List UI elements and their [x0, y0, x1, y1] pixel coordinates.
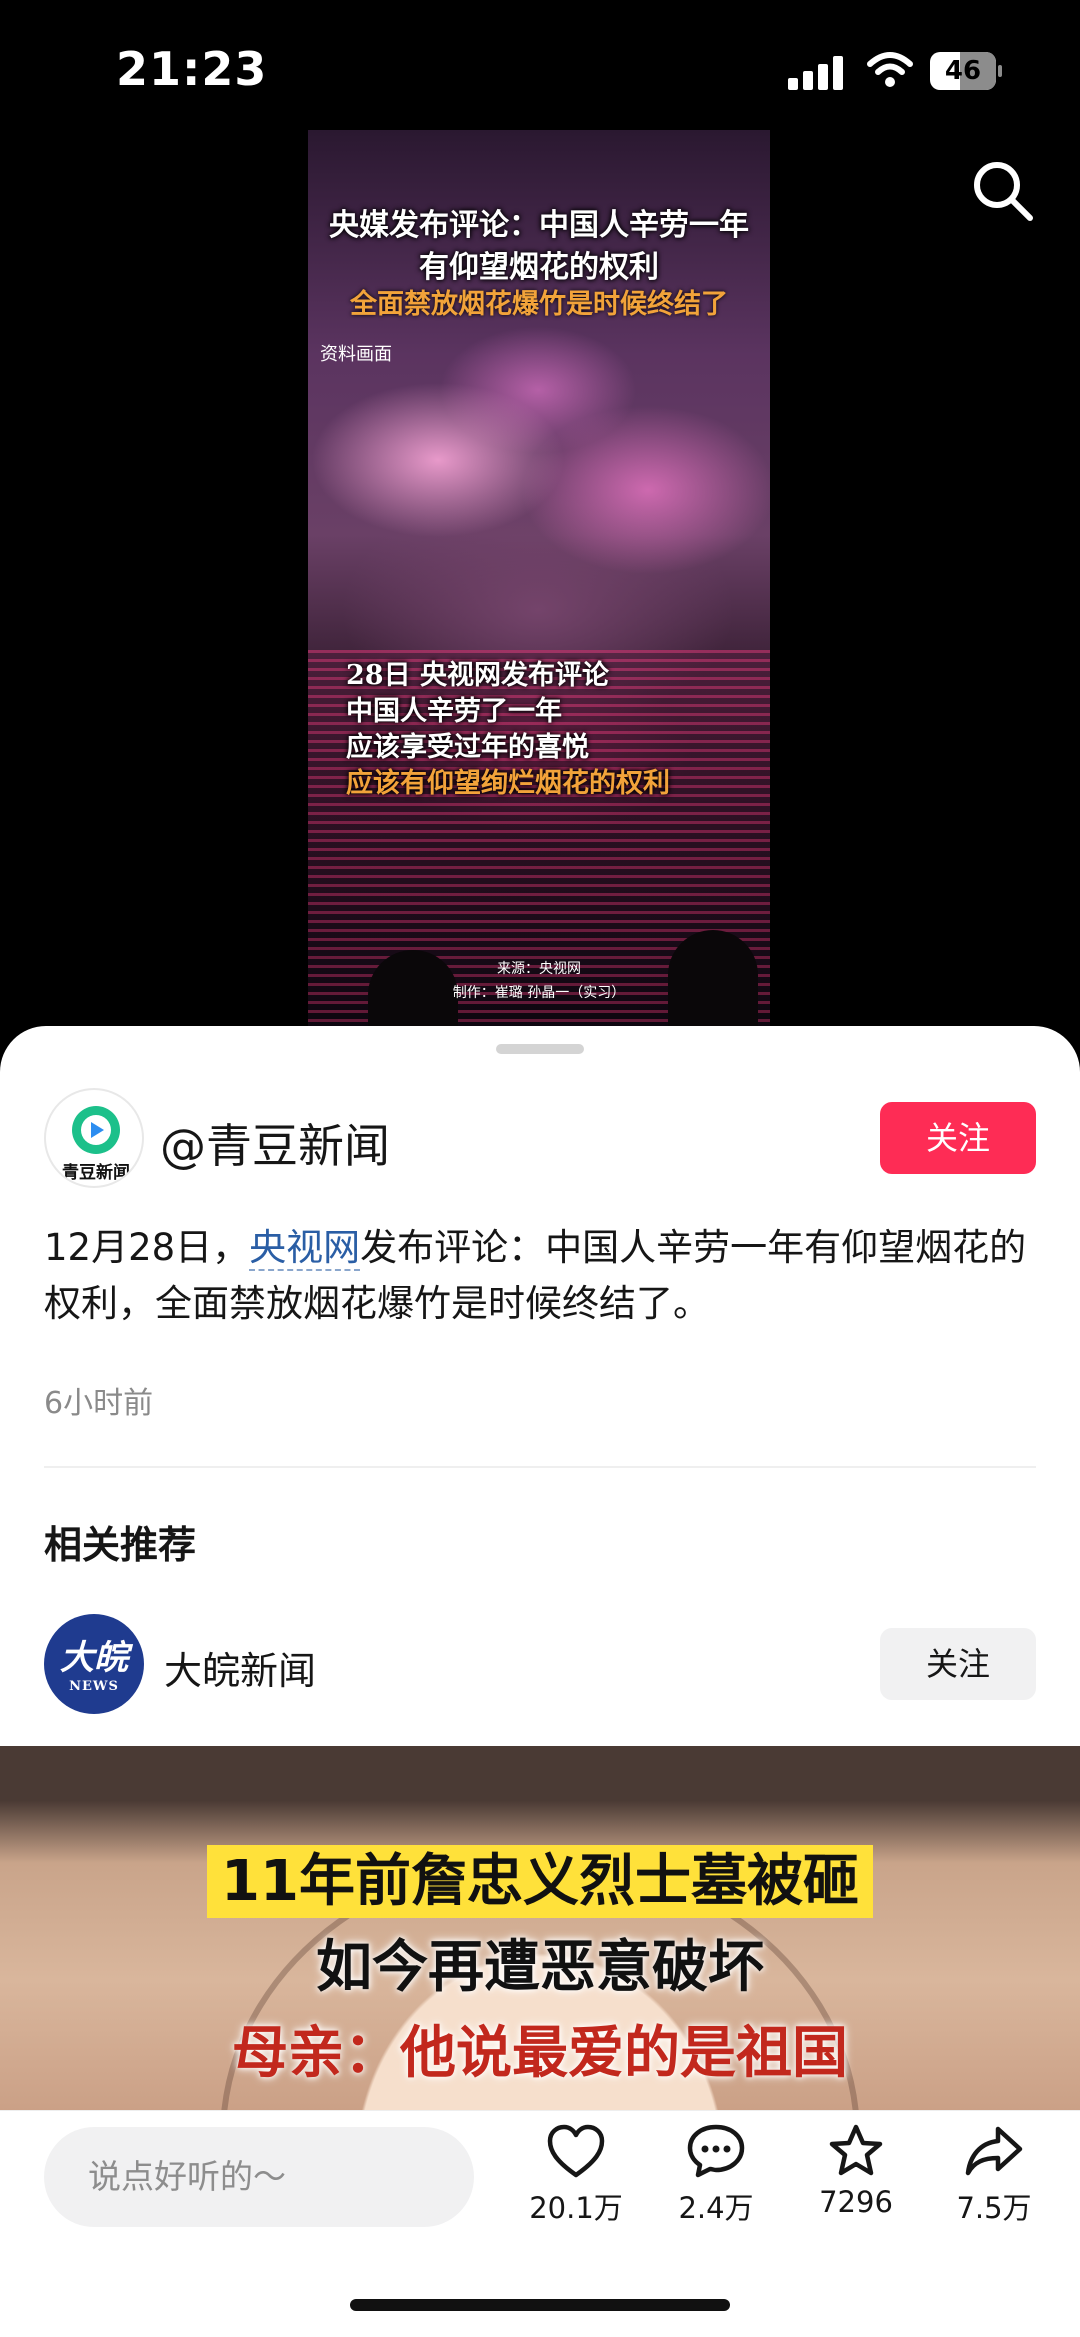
share-icon	[965, 2126, 1023, 2176]
post-description: 12月28日，央视网发布评论：中国人辛劳一年有仰望烟花的权利，全面禁放烟花爆竹是…	[44, 1220, 1044, 1332]
mention-link[interactable]: 央视网	[249, 1226, 361, 1271]
video-caption-line: 中国人辛劳了一年	[346, 696, 562, 727]
video-player[interactable]: 央媒发布评论：中国人辛劳一年 有仰望烟花的权利 全面禁放烟花爆竹是时候终结了 资…	[308, 130, 770, 1030]
comment-count: 2.4万	[678, 2191, 754, 2225]
battery-level: 46	[944, 56, 982, 86]
video-credit-maker: 制作：崔璐 孙晶一（实习）	[452, 985, 626, 1001]
related-account-avatar[interactable]: 大皖 NEWS	[44, 1614, 144, 1714]
signal-icon	[788, 56, 844, 90]
post-time: 6小时前	[44, 1386, 154, 1421]
like-button[interactable]: 20.1万	[516, 2123, 636, 2227]
video-caption-line: 28日 央视网发布评论	[346, 660, 609, 691]
battery-icon: 46	[930, 52, 1002, 90]
related-follow-button[interactable]: 关注	[880, 1628, 1036, 1700]
video-credit-source: 来源：央视网	[497, 961, 581, 977]
video-headline-highlight: 全面禁放烟花爆竹是时候终结了	[350, 289, 728, 320]
video-source-note: 资料画面	[320, 344, 392, 365]
video-caption-line: 应该有仰望绚烂烟花的权利	[346, 768, 670, 799]
follow-button[interactable]: 关注	[880, 1102, 1036, 1174]
video-headline: 央媒发布评论：中国人辛劳一年	[329, 208, 749, 243]
comment-input[interactable]: 说点好听的～	[44, 2127, 474, 2227]
status-bar: 21:23 46	[0, 0, 1080, 140]
heart-icon	[547, 2124, 605, 2178]
share-button[interactable]: 7.5万	[934, 2123, 1054, 2227]
favorite-count: 7296	[819, 2185, 893, 2219]
related-account-name[interactable]: 大皖新闻	[164, 1640, 316, 1695]
video-caption-lines: 28日 央视网发布评论 中国人辛劳了一年 应该享受过年的喜悦 应该有仰望绚烂烟花…	[346, 658, 670, 802]
thumbnail-caption-highlight: 11年前詹忠义烈士墓被砸	[207, 1845, 873, 1918]
search-icon[interactable]	[970, 158, 1036, 224]
share-count: 7.5万	[956, 2191, 1032, 2225]
like-count: 20.1万	[529, 2191, 623, 2225]
post-description-text: 12月28日，	[44, 1226, 250, 1269]
video-spectator-silhouette	[668, 930, 758, 1030]
video-caption-line: 应该享受过年的喜悦	[346, 732, 589, 763]
author-avatar-text: 青豆新闻	[62, 1162, 130, 1183]
home-indicator	[350, 2299, 730, 2311]
status-time: 21:23	[116, 42, 268, 96]
thumbnail-caption-line: 11年前詹忠义烈士墓被砸	[0, 1836, 1080, 1918]
divider	[44, 1466, 1036, 1468]
related-avatar-logo-subtext: NEWS	[69, 1679, 119, 1694]
thumbnail-caption-line: 母亲：他说最爱的是祖国	[232, 2021, 848, 2086]
wifi-icon	[867, 52, 913, 87]
qingdou-logo-icon: 青豆新闻	[62, 1106, 130, 1183]
bottom-action-bar: 说点好听的～ 20.1万 2.4万 7296 7.5万	[0, 2110, 1080, 2337]
author-avatar[interactable]: 青豆新闻	[44, 1088, 144, 1188]
favorite-button[interactable]: 7296	[796, 2123, 916, 2219]
related-section-title: 相关推荐	[44, 1523, 197, 1567]
thumbnail-caption-line: 如今再遭恶意破坏	[316, 1935, 764, 2000]
drag-handle[interactable]	[496, 1044, 584, 1054]
related-video-thumbnail[interactable]: 11年前詹忠义烈士墓被砸 如今再遭恶意破坏 母亲：他说最爱的是祖国	[0, 1746, 1080, 2136]
star-icon	[829, 2124, 883, 2176]
related-avatar-logo-text: 大皖	[60, 1638, 128, 1678]
video-headline: 有仰望烟花的权利	[419, 250, 659, 285]
comment-icon	[687, 2124, 745, 2178]
comment-button[interactable]: 2.4万	[656, 2123, 776, 2227]
author-name[interactable]: @青豆新闻	[160, 1110, 390, 1176]
